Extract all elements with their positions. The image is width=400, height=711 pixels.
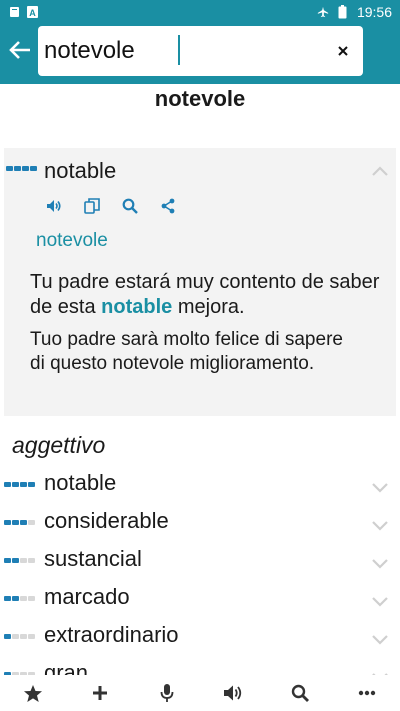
example-spanish: Tu padre estará muy contento de saber de… <box>30 270 390 320</box>
frequency-bar <box>4 520 35 525</box>
frequency-bar <box>4 558 35 563</box>
list-item[interactable]: marcado <box>0 580 400 618</box>
search-box <box>38 26 363 76</box>
clear-icon[interactable] <box>331 39 355 63</box>
more-icon[interactable] <box>355 681 379 705</box>
plus-icon[interactable] <box>88 681 112 705</box>
text-a-icon: A <box>26 6 38 18</box>
entry-word: notable <box>44 470 117 495</box>
microphone-icon[interactable] <box>155 681 179 705</box>
entry-word: marcado <box>44 584 130 609</box>
copy-icon[interactable] <box>82 196 102 216</box>
share-icon[interactable] <box>158 196 178 216</box>
search-icon[interactable] <box>288 681 312 705</box>
entry-word: extraordinario <box>44 622 179 647</box>
entry-word: sustancial <box>44 546 142 571</box>
headword-title: notevole <box>154 86 246 111</box>
chevron-down-icon[interactable] <box>371 632 389 645</box>
translation-word[interactable]: notevole <box>36 230 108 252</box>
airplane-icon <box>317 6 329 18</box>
example-italian: Tuo padre sarà molto felice di sapere di… <box>30 329 343 374</box>
entry-word: notable <box>44 158 117 183</box>
app-bar <box>0 24 400 84</box>
example-highlight: notable <box>101 296 173 318</box>
chevron-down-icon[interactable] <box>371 556 389 569</box>
speaker-icon[interactable] <box>44 196 64 216</box>
chevron-up-icon[interactable] <box>371 164 389 176</box>
frequency-bar <box>6 166 37 171</box>
back-arrow-icon[interactable] <box>6 36 34 64</box>
bottom-toolbar <box>0 675 400 711</box>
frequency-bar <box>4 634 35 639</box>
speaker-icon[interactable] <box>221 681 245 705</box>
svg-text:A: A <box>29 8 36 18</box>
entry-word: considerable <box>44 508 169 533</box>
entry-actions <box>44 196 178 216</box>
expanded-entry-card: notable notevole Tu padre estará muy con… <box>4 148 396 416</box>
chevron-down-icon[interactable] <box>371 594 389 607</box>
list-item[interactable]: considerable <box>0 504 400 542</box>
search-icon[interactable] <box>120 196 140 216</box>
part-of-speech-label: aggettivo <box>12 432 106 458</box>
status-time: 19:56 <box>356 4 392 20</box>
star-icon[interactable] <box>21 681 45 705</box>
example-text: mejora. <box>172 296 245 318</box>
book-icon <box>8 6 20 18</box>
battery-icon <box>337 5 349 19</box>
status-bar: A 19:56 <box>0 0 400 24</box>
frequency-bar <box>4 596 35 601</box>
list-item[interactable]: notable <box>0 466 400 504</box>
chevron-down-icon[interactable] <box>371 518 389 531</box>
list-item[interactable]: sustancial <box>0 542 400 580</box>
chevron-down-icon[interactable] <box>371 480 389 493</box>
text-cursor <box>178 35 180 65</box>
list-item[interactable]: extraordinario <box>0 618 400 656</box>
frequency-bar <box>4 482 35 487</box>
